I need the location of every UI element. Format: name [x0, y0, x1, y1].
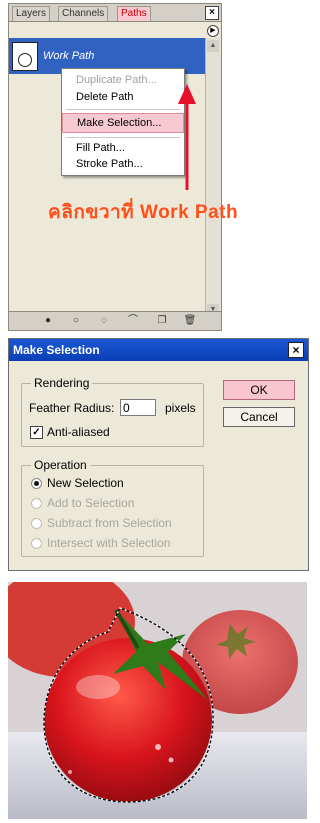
- subtract-from-selection-label: Subtract from Selection: [47, 516, 172, 530]
- tab-layers[interactable]: Layers: [12, 6, 51, 21]
- add-to-selection-radio: [31, 498, 42, 509]
- tomato-photo: [8, 582, 307, 819]
- trash-icon[interactable]: 🗑: [183, 315, 197, 327]
- tab-paths[interactable]: Paths: [117, 6, 151, 21]
- fill-path-icon[interactable]: ●: [41, 315, 55, 327]
- menu-item-delete-path[interactable]: Delete Path: [62, 88, 184, 106]
- intersect-with-selection-radio: [31, 538, 42, 549]
- tomato-image: [8, 582, 307, 819]
- menu-separator: [66, 137, 180, 138]
- new-selection-radio[interactable]: [31, 478, 42, 489]
- ok-button[interactable]: OK: [223, 380, 295, 400]
- palette-menu-icon[interactable]: ▶: [207, 25, 219, 37]
- new-selection-label: New Selection: [47, 476, 124, 490]
- scroll-up-icon[interactable]: ▲: [207, 40, 219, 52]
- feather-unit-label: pixels: [165, 401, 196, 415]
- menu-item-duplicate-path: Duplicate Path...: [76, 74, 157, 86]
- path-thumbnail: [12, 42, 38, 71]
- cancel-button[interactable]: Cancel: [223, 407, 295, 427]
- rendering-legend: Rendering: [31, 376, 93, 390]
- operation-legend: Operation: [31, 458, 90, 472]
- palette-close-button[interactable]: ×: [205, 6, 219, 20]
- palette-bottom-bar: ● ○ ◌ ⌒ ❐ 🗑: [9, 311, 221, 330]
- pointer-arrow-icon: [178, 84, 196, 190]
- load-selection-icon[interactable]: ◌: [97, 315, 111, 327]
- menu-item-make-selection[interactable]: Make Selection...: [62, 113, 184, 133]
- make-work-path-icon[interactable]: ⌒: [123, 315, 143, 327]
- anti-aliased-checkbox[interactable]: ✓: [30, 426, 43, 439]
- menu-separator: [66, 109, 180, 110]
- path-name-label: Work Path: [43, 50, 95, 62]
- add-to-selection-label: Add to Selection: [47, 496, 135, 510]
- dialog-close-button[interactable]: ×: [288, 342, 304, 358]
- feather-radius-input[interactable]: [120, 399, 156, 416]
- menu-item-stroke-path[interactable]: Stroke Path...: [62, 155, 184, 173]
- intersect-with-selection-label: Intersect with Selection: [47, 536, 171, 550]
- circle-path-icon: [18, 53, 32, 67]
- dialog-title-bar: Make Selection ×: [9, 339, 308, 361]
- subtract-from-selection-radio: [31, 518, 42, 529]
- stroke-path-icon[interactable]: ○: [69, 315, 83, 327]
- dialog-title: Make Selection: [13, 343, 100, 357]
- feather-radius-label: Feather Radius:: [29, 401, 115, 415]
- new-path-icon[interactable]: ❐: [155, 315, 169, 327]
- palette-scrollbar[interactable]: ▲ ▼: [205, 38, 221, 318]
- make-selection-dialog: Make Selection × Rendering Feather Radiu…: [8, 338, 309, 571]
- palette-tab-bar: Layers Channels Paths ×: [9, 4, 221, 22]
- tab-channels[interactable]: Channels: [58, 6, 109, 21]
- context-menu: Duplicate Path... Delete Path Make Selec…: [61, 68, 185, 176]
- instruction-caption: คลิกขวาที่ Work Path: [48, 202, 239, 223]
- anti-aliased-label: Anti-aliased: [47, 425, 110, 439]
